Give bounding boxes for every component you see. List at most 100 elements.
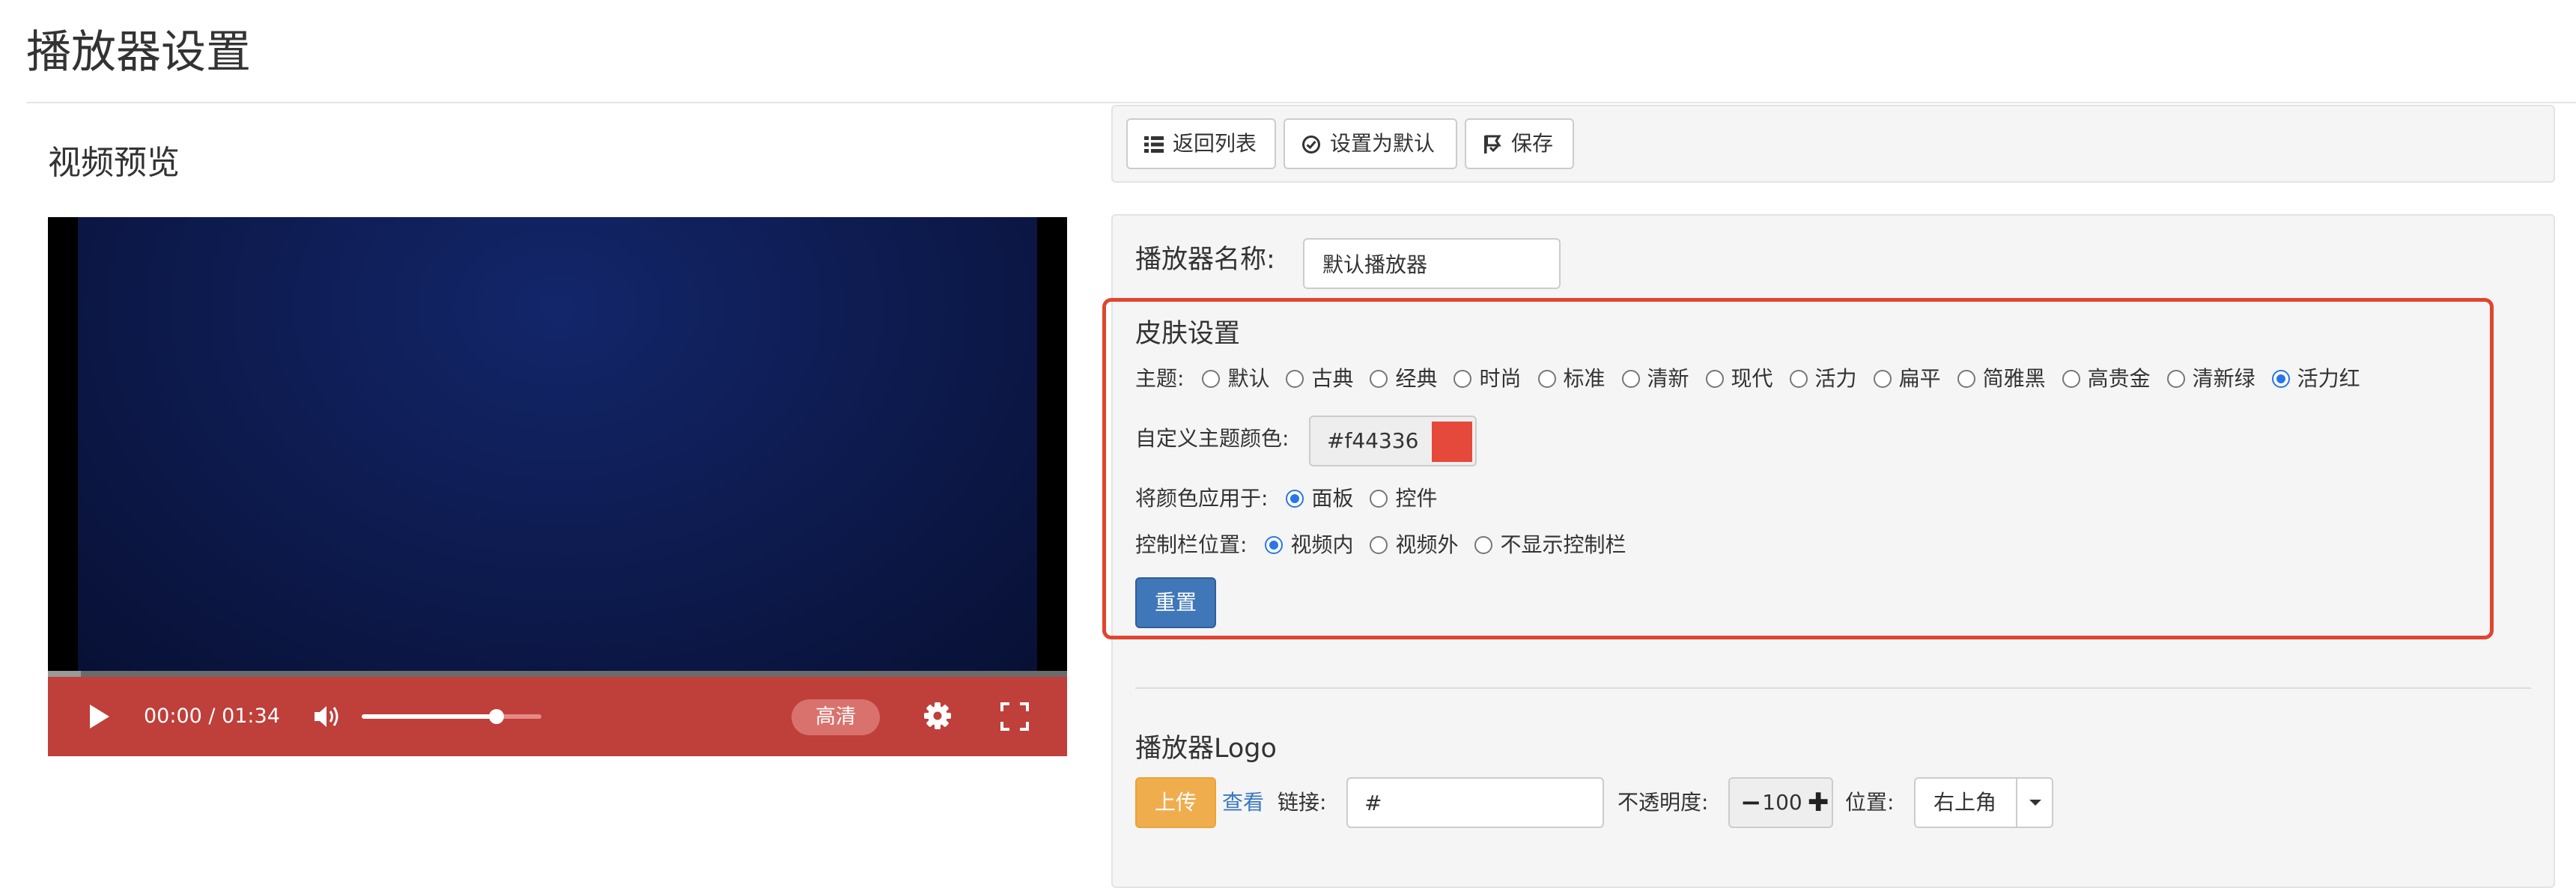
custom-color-label: 自定义主题颜色: bbox=[1135, 426, 1289, 451]
custom-color-input[interactable]: #f44336 bbox=[1309, 416, 1477, 466]
volume-level bbox=[362, 714, 496, 719]
volume-icon[interactable] bbox=[313, 704, 341, 729]
link-label: 链接: bbox=[1278, 790, 1327, 815]
control-bar-position-radio[interactable] bbox=[1474, 536, 1493, 554]
control-bar-position-label: 控制栏位置: bbox=[1135, 532, 1248, 557]
theme-option-label: 活力 bbox=[1814, 366, 1857, 391]
preview-title: 视频预览 bbox=[48, 144, 180, 182]
position-label: 位置: bbox=[1845, 790, 1895, 815]
plus-icon[interactable]: ✚ bbox=[1808, 779, 1829, 827]
theme-option-label: 标准 bbox=[1563, 366, 1606, 391]
theme-radio[interactable] bbox=[1370, 370, 1388, 388]
reset-button[interactable]: 重置 bbox=[1135, 577, 1216, 628]
theme-option[interactable]: 扁平 bbox=[1873, 365, 1941, 392]
set-default-button[interactable]: 设置为默认 bbox=[1284, 118, 1457, 169]
quality-button[interactable]: 高清 bbox=[792, 699, 880, 735]
control-bar-position-option[interactable]: 不显示控制栏 bbox=[1474, 532, 1626, 559]
apply-color-option[interactable]: 面板 bbox=[1286, 485, 1353, 512]
theme-radio[interactable] bbox=[2062, 370, 2080, 388]
flag-icon bbox=[1483, 135, 1502, 154]
theme-option[interactable]: 清新绿 bbox=[2166, 365, 2255, 392]
player-name-label: 播放器名称: bbox=[1135, 245, 1275, 275]
player-logo-title: 播放器Logo bbox=[1135, 734, 1277, 764]
theme-option-label: 清新 bbox=[1647, 366, 1689, 391]
fullscreen-icon[interactable] bbox=[1000, 702, 1029, 731]
theme-option[interactable]: 时尚 bbox=[1453, 365, 1522, 392]
back-to-list-label: 返回列表 bbox=[1173, 131, 1257, 156]
color-swatch[interactable] bbox=[1432, 422, 1472, 462]
theme-option[interactable]: 简雅黑 bbox=[1957, 365, 2046, 392]
view-link[interactable]: 查看 bbox=[1222, 789, 1264, 816]
progress-bar[interactable] bbox=[48, 671, 1067, 677]
custom-color-value[interactable]: #f44336 bbox=[1327, 417, 1418, 465]
theme-radio[interactable] bbox=[1537, 370, 1556, 388]
video-screen[interactable] bbox=[78, 217, 1037, 671]
theme-option-label: 古典 bbox=[1311, 366, 1354, 391]
theme-option[interactable]: 清新 bbox=[1621, 365, 1689, 392]
link-input[interactable] bbox=[1346, 777, 1604, 828]
apply-color-radio[interactable] bbox=[1370, 490, 1388, 508]
apply-color-label: 将颜色应用于: bbox=[1135, 486, 1269, 511]
video-player[interactable]: 00:00 / 01:34 高清 bbox=[48, 217, 1067, 756]
theme-radio[interactable] bbox=[1957, 370, 1975, 388]
theme-radio[interactable] bbox=[1705, 370, 1724, 388]
theme-option[interactable]: 高贵金 bbox=[2062, 365, 2151, 392]
theme-radio[interactable] bbox=[2166, 370, 2185, 388]
player-name-input[interactable] bbox=[1303, 238, 1561, 289]
theme-option-label: 清新绿 bbox=[2192, 366, 2255, 391]
theme-option[interactable]: 活力红 bbox=[2271, 365, 2360, 392]
minus-icon[interactable]: − bbox=[1740, 779, 1762, 827]
control-bar-position-radio[interactable] bbox=[1265, 536, 1284, 554]
section-divider bbox=[1135, 687, 2531, 689]
control-bar-position-option[interactable]: 视频外 bbox=[1370, 532, 1458, 559]
opacity-stepper[interactable]: 100 − ✚ bbox=[1728, 777, 1833, 828]
control-bar-position-radio[interactable] bbox=[1370, 536, 1388, 554]
theme-radio[interactable] bbox=[1453, 370, 1472, 388]
apply-color-radio-group: 将颜色应用于: 面板 控件 bbox=[1135, 485, 1453, 512]
volume-knob[interactable] bbox=[489, 709, 504, 724]
control-bar: 00:00 / 01:34 高清 bbox=[48, 677, 1067, 756]
theme-option-label: 扁平 bbox=[1898, 366, 1941, 391]
theme-option[interactable]: 活力 bbox=[1789, 365, 1857, 392]
control-bar-position-option-label: 不显示控制栏 bbox=[1500, 532, 1626, 557]
back-to-list-button[interactable]: 返回列表 bbox=[1126, 118, 1276, 169]
theme-option-label: 活力红 bbox=[2297, 366, 2360, 391]
theme-radio[interactable] bbox=[1873, 370, 1892, 388]
theme-option[interactable]: 标准 bbox=[1537, 365, 1606, 392]
control-bar-position-option[interactable]: 视频内 bbox=[1265, 532, 1353, 559]
page-title: 播放器设置 bbox=[26, 26, 251, 79]
theme-option-label: 时尚 bbox=[1479, 366, 1522, 391]
control-bar-position-option-label: 视频内 bbox=[1290, 532, 1354, 557]
apply-color-radio[interactable] bbox=[1286, 490, 1304, 508]
play-icon[interactable] bbox=[90, 705, 109, 729]
theme-option-label: 现代 bbox=[1731, 366, 1773, 391]
theme-option[interactable]: 经典 bbox=[1370, 365, 1437, 392]
apply-color-option-label: 控件 bbox=[1395, 486, 1438, 511]
caret-down-icon bbox=[2029, 800, 2041, 806]
theme-option-label: 默认 bbox=[1227, 366, 1270, 391]
gear-icon[interactable] bbox=[923, 701, 953, 731]
theme-radio[interactable] bbox=[1202, 370, 1221, 388]
position-dropdown-toggle[interactable] bbox=[2016, 779, 2053, 827]
theme-radio[interactable] bbox=[1789, 370, 1808, 388]
theme-option[interactable]: 默认 bbox=[1202, 365, 1269, 392]
theme-radio-group: 主题: 默认 古典 经典 时尚 标准 清新 现代 活力 扁平 简雅黑 高贵金 清新绿 活力红 bbox=[1135, 365, 2377, 392]
theme-radio[interactable] bbox=[1286, 370, 1304, 388]
apply-color-option-label: 面板 bbox=[1311, 486, 1354, 511]
save-label: 保存 bbox=[1511, 131, 1554, 156]
progress-played bbox=[48, 671, 81, 677]
opacity-label: 不透明度: bbox=[1617, 790, 1709, 815]
theme-radio[interactable] bbox=[2271, 370, 2290, 388]
check-circle-icon bbox=[1301, 135, 1321, 154]
theme-option[interactable]: 古典 bbox=[1286, 365, 1353, 392]
position-select[interactable]: 右上角 bbox=[1914, 777, 2053, 828]
volume-slider[interactable] bbox=[362, 709, 541, 724]
apply-color-option[interactable]: 控件 bbox=[1370, 485, 1437, 512]
upload-button[interactable]: 上传 bbox=[1135, 777, 1216, 828]
save-button[interactable]: 保存 bbox=[1465, 118, 1574, 169]
list-icon bbox=[1144, 135, 1164, 154]
theme-option-label: 经典 bbox=[1395, 366, 1438, 391]
theme-option[interactable]: 现代 bbox=[1705, 365, 1773, 392]
theme-radio[interactable] bbox=[1621, 370, 1640, 388]
control-bar-position-option-label: 视频外 bbox=[1395, 532, 1459, 557]
